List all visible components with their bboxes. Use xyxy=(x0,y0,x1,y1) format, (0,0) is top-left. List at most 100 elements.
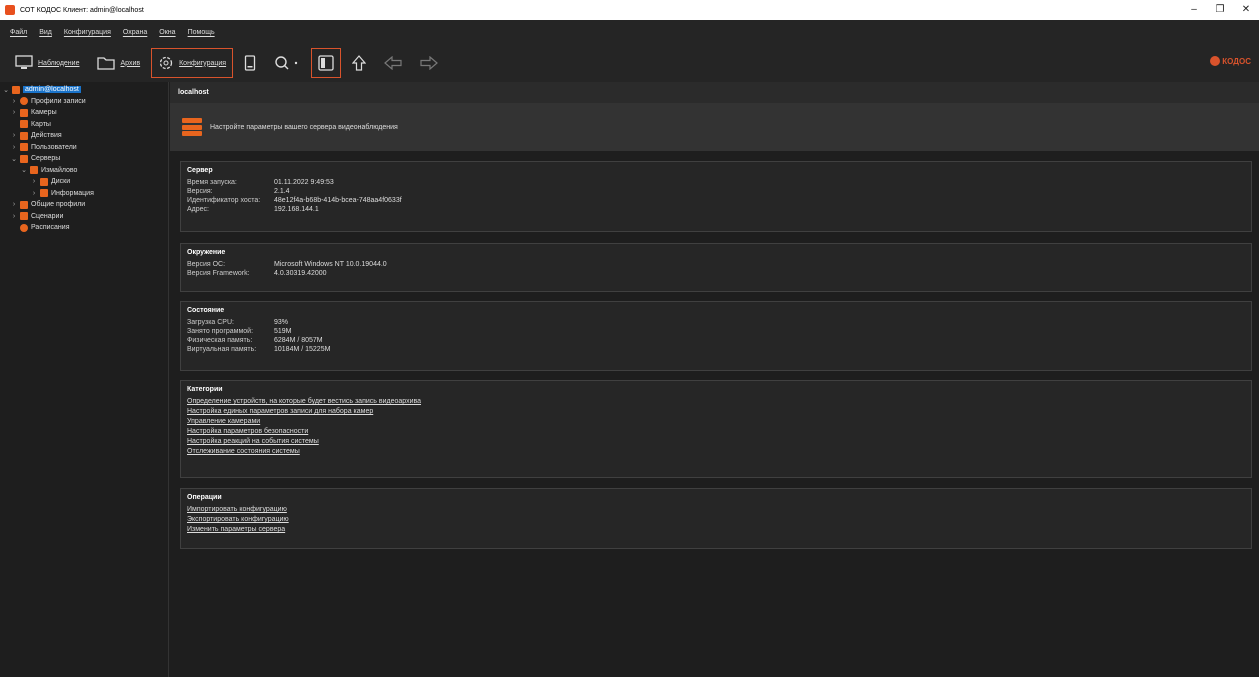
section-title: Состояние xyxy=(187,307,225,314)
menu-configuration[interactable]: Конфигурация xyxy=(64,29,111,36)
category-link[interactable]: Настройка единых параметров записи для н… xyxy=(187,408,1245,418)
section-title: Операции xyxy=(187,494,222,501)
clock-icon xyxy=(20,223,28,232)
chevron-right-icon[interactable]: › xyxy=(10,132,18,139)
tree-item-label: Расписания xyxy=(31,224,70,232)
categories-section: Категории Определение устройств, на кото… xyxy=(180,380,1252,478)
restore-button[interactable]: ❐ xyxy=(1207,0,1233,20)
import-config-link[interactable]: Импортировать конфигурацию xyxy=(187,506,1245,516)
chevron-down-icon[interactable]: ⌄ xyxy=(10,155,18,163)
arrow-left-icon xyxy=(384,56,402,70)
chevron-right-icon[interactable]: › xyxy=(30,178,38,185)
search-button[interactable] xyxy=(267,48,307,78)
navigation-tree: ⌄ admin@localhost › Профили записи › Кам… xyxy=(0,82,169,677)
brand-logo: КОДОС xyxy=(1210,56,1251,66)
info-row: Версия Framework: 4.0.30319.42000 xyxy=(187,270,1245,279)
tree-item-label: Действия xyxy=(31,132,62,140)
row-value: 93% xyxy=(274,319,289,326)
tree-item-root[interactable]: ⌄ admin@localhost xyxy=(0,84,168,96)
row-key: Виртуальная память: xyxy=(187,346,257,353)
disk-icon xyxy=(40,177,48,186)
state-section: Состояние Загрузка CPU: 93% Занято програ… xyxy=(180,301,1252,371)
close-button[interactable]: ✕ xyxy=(1233,0,1259,20)
toolbar: Наблюдение Архив Конфигурация xyxy=(0,44,1259,82)
category-link[interactable]: Отслеживание состояния системы xyxy=(187,448,1245,458)
chevron-right-icon[interactable]: › xyxy=(10,144,18,151)
export-config-link[interactable]: Экспортировать конфигурацию xyxy=(187,516,1245,526)
row-key: Физическая память: xyxy=(187,337,253,344)
back-button[interactable] xyxy=(377,48,409,78)
category-link[interactable]: Управление камерами xyxy=(187,418,1245,428)
info-row: Версия ОС: Microsoft Windows NT 10.0.1904… xyxy=(187,261,1245,270)
section-title: Сервер xyxy=(187,167,213,174)
tree-item-record-profiles[interactable]: › Профили записи xyxy=(0,96,168,108)
tree-item-info[interactable]: › Информация xyxy=(0,188,168,200)
server-icon xyxy=(12,85,20,94)
info-icon xyxy=(40,189,48,198)
category-link[interactable]: Настройка параметров безопасности xyxy=(187,428,1245,438)
tree-item-common-profiles[interactable]: › Общие профили xyxy=(0,199,168,211)
tree-item-label: Профили записи xyxy=(31,97,86,105)
row-key: Занято программой: xyxy=(187,328,254,335)
tree-item-cameras[interactable]: › Камеры xyxy=(0,107,168,119)
row-value: 01.11.2022 9:49:53 xyxy=(274,179,334,186)
user-icon xyxy=(20,143,28,152)
chevron-right-icon[interactable]: › xyxy=(30,190,38,197)
info-row: Идентификатор хоста: 48e12f4a-b68b-414b-b… xyxy=(187,197,1245,206)
archive-label: Архив xyxy=(120,59,141,67)
tree-item-users[interactable]: › Пользователи xyxy=(0,142,168,154)
info-banner: Настройте параметры вашего сервера видео… xyxy=(170,103,1259,151)
chevron-right-icon[interactable]: › xyxy=(10,201,18,208)
info-row: Адрес: 192.168.144.1 xyxy=(187,206,1245,215)
tree-item-schedules[interactable]: Расписания xyxy=(0,222,168,234)
tree-item-label: Серверы xyxy=(31,155,61,163)
tree-item-servers[interactable]: ⌄ Серверы xyxy=(0,153,168,165)
menu-view[interactable]: Вид xyxy=(39,29,52,36)
section-title: Категории xyxy=(187,386,223,393)
camera-icon xyxy=(20,108,28,117)
page-title: localhost xyxy=(170,82,1259,103)
tree-item-label: Измайлово xyxy=(41,166,78,174)
row-key: Загрузка CPU: xyxy=(187,319,234,326)
chevron-down-icon[interactable]: ⌄ xyxy=(20,166,28,174)
chevron-right-icon[interactable]: › xyxy=(10,213,18,220)
edit-server-params-link[interactable]: Изменить параметры сервера xyxy=(187,526,1245,536)
chevron-right-icon[interactable]: › xyxy=(10,109,18,116)
observe-button[interactable]: Наблюдение xyxy=(8,48,86,78)
tree-item-maps[interactable]: Карты xyxy=(0,119,168,131)
archive-button[interactable]: Архив xyxy=(90,48,147,78)
row-value: 10184M / 15225M xyxy=(274,346,331,353)
row-key: Версия ОС: xyxy=(187,261,226,268)
brand-text: КОДОС xyxy=(1222,56,1251,66)
menu-help[interactable]: Помощь xyxy=(188,29,215,36)
folder-icon xyxy=(97,57,116,70)
chevron-right-icon[interactable]: › xyxy=(10,98,18,105)
checkbox-icon xyxy=(20,131,28,140)
info-row: Время запуска: 01.11.2022 9:49:53 xyxy=(187,179,1245,188)
chevron-down-icon[interactable]: ⌄ xyxy=(2,86,10,94)
tree-item-disks[interactable]: › Диски xyxy=(0,176,168,188)
map-icon xyxy=(20,120,28,129)
configuration-button[interactable]: Конфигурация xyxy=(151,48,234,78)
tree-item-scenarios[interactable]: › Сценарии xyxy=(0,211,168,223)
category-link[interactable]: Определение устройств, на которые будет … xyxy=(187,398,1245,408)
minimize-button[interactable]: – xyxy=(1181,0,1207,20)
device-button[interactable] xyxy=(237,48,263,78)
tree-item-izmailovo[interactable]: ⌄ Измайлово xyxy=(0,165,168,177)
forward-button[interactable] xyxy=(413,48,445,78)
panel-toggle-button[interactable] xyxy=(311,48,342,78)
app-logo-icon xyxy=(5,5,15,15)
info-row: Физическая память: 6284M / 8057M xyxy=(187,337,1245,346)
menu-security[interactable]: Охрана xyxy=(123,29,147,36)
window-title: СОТ КОДОС Клиент: admin@localhost xyxy=(20,6,144,14)
section-title: Окружение xyxy=(187,249,226,256)
tree-item-actions[interactable]: › Действия xyxy=(0,130,168,142)
row-value: 4.0.30319.42000 xyxy=(274,270,327,277)
row-value: 6284M / 8057M xyxy=(274,337,323,344)
tree-item-label: Сценарии xyxy=(31,212,64,220)
info-row: Версия: 2.1.4 xyxy=(187,188,1245,197)
category-link[interactable]: Настройка реакций на события системы xyxy=(187,438,1245,448)
menu-file[interactable]: Файл xyxy=(10,29,27,36)
up-button[interactable] xyxy=(345,48,373,78)
menu-windows[interactable]: Окна xyxy=(159,29,175,36)
